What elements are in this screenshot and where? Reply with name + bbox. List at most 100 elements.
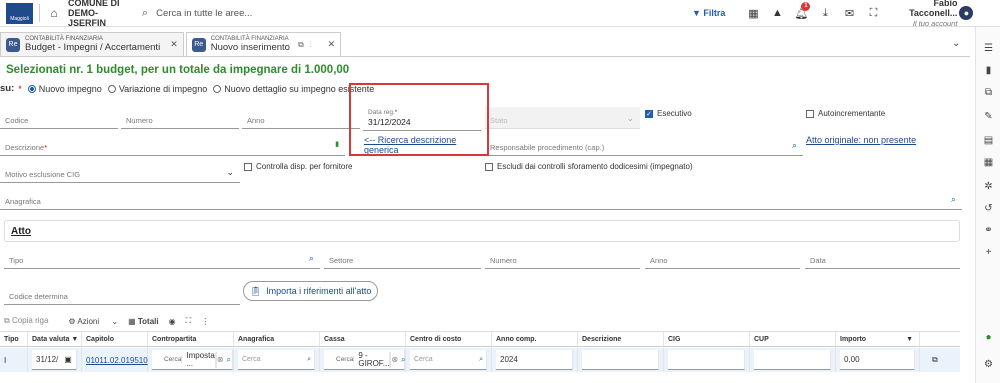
atto-anno-field[interactable]: Anno: [645, 247, 800, 269]
link-icon[interactable]: ⚭: [976, 225, 1000, 236]
search-icon[interactable]: ⌕: [479, 356, 483, 364]
codice-determina-field[interactable]: Codice determina: [4, 283, 240, 305]
bookmark-icon[interactable]: ▮: [976, 65, 1000, 76]
motivo-cig-select[interactable]: Motivo esclusione CIG ⌄: [0, 161, 240, 183]
cell-data-valuta[interactable]: 31/12/ ▣: [28, 348, 82, 372]
notification-badge: 1: [801, 1, 811, 11]
list-icon[interactable]: ☰: [976, 43, 1000, 54]
download-icon[interactable]: ⤓: [813, 7, 837, 20]
warning-icon[interactable]: ▲: [765, 7, 789, 20]
numero-field[interactable]: Numero: [121, 107, 239, 129]
cell-centro-costo[interactable]: Cerca ⌕: [406, 348, 492, 372]
capitolo-link[interactable]: 01011.02.019510: [86, 356, 148, 365]
clear-icon[interactable]: ⊗: [217, 355, 224, 364]
search-icon[interactable]: ⌕: [792, 140, 797, 151]
tab-nuovo-inserimento[interactable]: Re CONTABILITÀ FINANZIARIA Nuovo inserim…: [185, 32, 342, 56]
checkbox[interactable]: [244, 162, 252, 171]
fullscreen-icon[interactable]: ⛶: [861, 7, 885, 20]
eye-icon[interactable]: ◉: [169, 317, 176, 326]
cell-cup[interactable]: [750, 348, 836, 372]
close-icon[interactable]: ✕: [328, 39, 336, 50]
cell-capitolo[interactable]: 01011.02.019510: [82, 348, 148, 372]
dashboard-icon[interactable]: ▦: [741, 7, 765, 20]
calculator-icon[interactable]: ▦: [976, 157, 1000, 168]
cell-cassa[interactable]: Cerca 9 - GIROF... ⊗ ⌕: [320, 348, 406, 372]
cell-descrizione[interactable]: [578, 348, 664, 372]
cell-anagrafica[interactable]: Cerca ⌕: [234, 348, 320, 372]
search-icon[interactable]: ⌕: [227, 355, 231, 365]
copy-icon[interactable]: ⧉: [932, 355, 938, 365]
atto-originale-link[interactable]: Atto originale: non presente: [806, 135, 916, 145]
history-icon[interactable]: ↺: [976, 203, 1000, 214]
search-input[interactable]: Cerca in tutte le aree...: [156, 8, 252, 19]
mail-icon[interactable]: ✉: [837, 7, 861, 20]
descrizione-field[interactable]: Descrizione* ▮: [0, 134, 345, 156]
gear-icon[interactable]: ⚙: [976, 359, 1000, 370]
checkbox[interactable]: [806, 109, 814, 118]
tab-budget[interactable]: Re CONTABILITÀ FINANZIARIA Budget - Impe…: [0, 32, 184, 56]
atto-numero-field[interactable]: Numero: [485, 247, 640, 269]
expand-icon[interactable]: ⛶: [186, 316, 192, 326]
radio-nuovo-impegno[interactable]: [27, 84, 36, 93]
cell-value: 0,00: [840, 350, 915, 370]
atto-data-field[interactable]: Data: [805, 247, 960, 269]
import-atto-button[interactable]: 📋︎ Importa i riferimenti all'atto: [243, 281, 378, 301]
user-menu[interactable]: Fabio Tacconell... Il tuo account: [891, 0, 957, 29]
cell-importo[interactable]: 0,00: [836, 348, 920, 372]
cell-anno-comp[interactable]: 2024: [492, 348, 578, 372]
pin-icon[interactable]: ✎: [976, 111, 1000, 122]
avatar[interactable]: ●: [959, 6, 974, 20]
autoincrementante-checkbox[interactable]: Autoincrementante: [806, 109, 885, 118]
location-icon[interactable]: ●: [976, 332, 1000, 343]
atto-settore-field[interactable]: Settore: [324, 247, 481, 269]
checkbox[interactable]: ✓: [645, 109, 653, 118]
field-label: Stato: [490, 116, 508, 125]
azioni-button[interactable]: ⚙ Azioni ⌄: [68, 317, 118, 326]
totali-button[interactable]: ▦ Totali: [128, 317, 159, 326]
radio-variazione[interactable]: [107, 84, 116, 93]
anagrafica-field[interactable]: Anagrafica ⌕: [0, 188, 962, 210]
network-icon[interactable]: ✲: [976, 181, 1000, 192]
document-icon[interactable]: ▤: [976, 135, 1000, 146]
search-icon[interactable]: ⌕: [401, 355, 405, 365]
cell-contropartita[interactable]: Cerca Imposta ... ⊗ ⌕: [148, 348, 234, 372]
close-icon[interactable]: ✕: [170, 39, 178, 50]
anno-field[interactable]: Anno: [242, 107, 360, 129]
filter-icon[interactable]: ▼: [906, 336, 913, 343]
bell-icon[interactable]: 🔔︎ 1: [789, 1, 813, 20]
add-icon[interactable]: +: [976, 247, 1000, 258]
org-line1: COMUNE DI: [68, 0, 120, 8]
home-icon[interactable]: ⌂: [46, 6, 62, 20]
field-label: Numero: [490, 256, 517, 265]
calendar-icon[interactable]: ▣: [64, 355, 72, 364]
radio-nuovo-dettaglio[interactable]: [213, 84, 222, 93]
table-row[interactable]: I 31/12/▣ 01011.02.019510 Cerca Imposta .…: [0, 348, 960, 372]
search-icon[interactable]: ⌕: [951, 194, 956, 205]
escludi-checkbox[interactable]: Escludi dai controlli sforamento dodices…: [485, 162, 693, 171]
global-search[interactable]: ⌕ Cerca in tutte le aree...: [142, 3, 672, 23]
cell-cig[interactable]: [664, 348, 750, 372]
esecutivo-checkbox[interactable]: ✓ Esecutivo: [645, 109, 692, 118]
divider: [39, 4, 40, 22]
controlla-disp-checkbox[interactable]: Controlla disp. per fornitore: [244, 162, 353, 171]
search-icon[interactable]: ⌕: [307, 356, 311, 364]
maggioli-logo: Maggioli: [6, 2, 33, 24]
copia-riga-button[interactable]: ⧉ Copia riga: [4, 316, 58, 326]
chevron-down-icon[interactable]: ⌄: [952, 38, 960, 49]
filter-icon[interactable]: ▼: [71, 336, 78, 343]
filter-button[interactable]: ▼ Filtra: [692, 8, 725, 18]
more-icon[interactable]: ⋮: [201, 317, 209, 326]
col-label: Importo: [840, 335, 867, 343]
codice-field[interactable]: Codice: [0, 107, 118, 129]
clear-icon[interactable]: ⊗: [391, 355, 398, 364]
search-icon[interactable]: ⌕: [309, 253, 314, 264]
checkbox[interactable]: [485, 162, 493, 171]
cell-value: Imposta ...: [182, 351, 216, 368]
search-icon: ⌕: [142, 6, 149, 19]
responsabile-field[interactable]: Responsabile procedimento (cap.) ⌕: [485, 134, 803, 156]
tab-actions-icon[interactable]: ⧉⋮: [298, 40, 318, 50]
col-importo[interactable]: Importo ▼: [836, 332, 920, 346]
atto-tipo-field[interactable]: Tipo ⌕: [4, 247, 320, 269]
copy-icon[interactable]: ⧉: [976, 87, 1000, 98]
col-data-valuta[interactable]: Data valuta ▼: [28, 332, 82, 346]
